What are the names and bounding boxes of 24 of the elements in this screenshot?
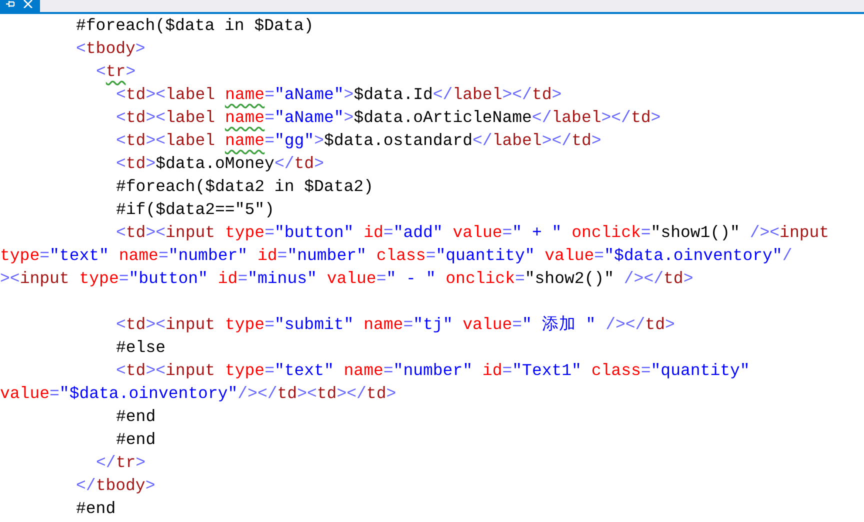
code-line: <td><input type="submit" name="tj" value=" 添加 " /></td> [116,314,675,336]
code-line: <td><input type="button" id="add" value=" + " onclick="show1()" /><input [116,222,830,244]
code-line: value="$data.oinventory"/></td><td></td> [0,383,396,405]
code-line: <td><label name="gg">$data.ostandard</label></td> [116,130,602,152]
code-line: <tbody> [76,38,146,60]
code-line: <tr> [96,61,136,83]
code-line: #foreach($data in $Data) [76,15,314,37]
code-line: <td><input type="text" name="number" id="Text1" class="quantity" [116,360,750,382]
code-line: #end [76,498,116,520]
code-line: </tr> [96,452,146,474]
document-tab[interactable] [0,0,40,12]
code-line: #end [116,429,156,451]
code-line: #else [116,337,166,359]
code-line: #end [116,406,156,428]
code-line: #foreach($data2 in $Data2) [116,176,374,198]
code-line: </tbody> [76,475,156,497]
code-line: <td><label name="aName">$data.Id</label></td> [116,84,562,106]
pin-icon[interactable] [4,0,16,10]
code-line: <td>$data.oMoney</td> [116,153,324,175]
close-icon[interactable] [22,0,34,10]
code-line: <td><label name="aName">$data.oArticleName</label></td> [116,107,661,129]
code-line: #if($data2=="5") [116,199,274,221]
code-line: ><input type="button" id="minus" value=" - " onclick="show2()" /></td> [0,268,694,290]
code-line: type="text" name="number" id="number" class="quantity" value="$data.oinventory"/ [0,245,792,267]
